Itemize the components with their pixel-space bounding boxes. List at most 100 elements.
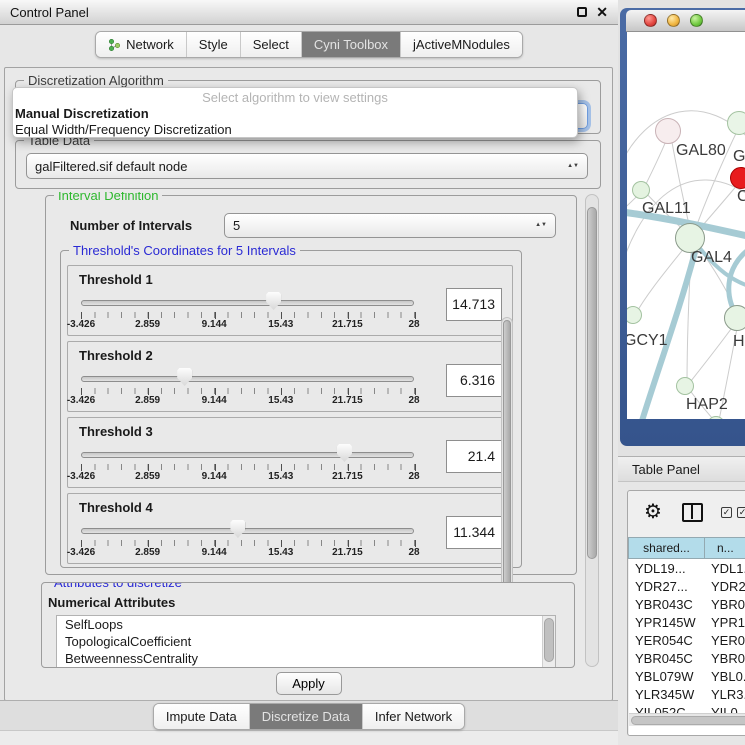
- tick-label: -3.426: [67, 319, 95, 330]
- apply-button[interactable]: Apply: [276, 672, 342, 695]
- network-window-titlebar[interactable]: [626, 10, 745, 32]
- table-row[interactable]: YDL19... YDL1...: [629, 559, 745, 577]
- tab-infer-network[interactable]: Infer Network: [362, 704, 464, 729]
- tick-label: 2.859: [135, 395, 160, 406]
- threshold-slider[interactable]: -3.4262.8599.14415.4321.71528: [81, 366, 421, 410]
- group-title-interval: Interval Definition: [54, 192, 162, 203]
- panel-scrollbar[interactable]: [585, 194, 599, 667]
- gear-icon[interactable]: ⚙: [644, 499, 662, 524]
- tab-select[interactable]: Select: [240, 32, 301, 57]
- threshold-value-input[interactable]: 11.344: [446, 516, 502, 549]
- scrollbar-thumb[interactable]: [631, 716, 745, 725]
- tick-label: 21.715: [332, 547, 363, 558]
- slider-handle[interactable]: [337, 444, 352, 462]
- table-panel-title: Table Panel: [632, 462, 700, 477]
- threshold-card: Threshold 4 -3.4262.8599.14415.4321.7152…: [67, 493, 513, 564]
- checkbox-icon[interactable]: ✓: [737, 507, 745, 518]
- scrollbar-thumb[interactable]: [587, 207, 597, 559]
- table-toolbar: ⚙ ✓ ✓: [628, 491, 745, 536]
- number-of-intervals-select[interactable]: 5 ▲▼: [224, 213, 556, 238]
- attribute-item-topologicalcoefficient[interactable]: TopologicalCoefficient: [57, 633, 555, 650]
- attribute-item-betweennesscentrality[interactable]: BetweennessCentrality: [57, 650, 555, 667]
- threshold-label: Threshold 1: [79, 272, 153, 287]
- table-row[interactable]: YDR27... YDR2...: [629, 577, 745, 595]
- tick-label: 21.715: [332, 395, 363, 406]
- attribute-item-selfloops[interactable]: SelfLoops: [57, 616, 555, 633]
- table-row[interactable]: YLR345W YLR3...: [629, 685, 745, 703]
- tab-label: Cyni Toolbox: [314, 37, 388, 52]
- scrollbar-thumb[interactable]: [503, 320, 511, 610]
- slider-handle[interactable]: [266, 292, 281, 310]
- threshold-value-input[interactable]: 6.316: [446, 364, 502, 397]
- close-traffic-light-icon[interactable]: [644, 14, 657, 27]
- network-node-top-right[interactable]: [727, 111, 745, 135]
- slider-handle[interactable]: [230, 520, 245, 538]
- slider-track[interactable]: [81, 528, 414, 534]
- network-canvas[interactable]: GAL80G.CGAL11GAL4GCY1HHAP2: [627, 32, 745, 419]
- slider-ticks: [81, 540, 415, 546]
- tab-impute-data[interactable]: Impute Data: [154, 704, 249, 729]
- table-row[interactable]: YBL079W YBL0...: [629, 667, 745, 685]
- thresholds-scrollbar[interactable]: [501, 317, 513, 613]
- menu-item-equal-width-frequency-discretization[interactable]: Equal Width/Frequency Discretization: [13, 122, 577, 138]
- tab-label: Style: [199, 37, 228, 52]
- tab-jactivemnodules[interactable]: jActiveMNodules: [400, 32, 522, 57]
- threshold-value-input[interactable]: 14.713: [446, 288, 502, 321]
- attributes-scrollbar[interactable]: [542, 616, 555, 668]
- column-header-2[interactable]: n...: [705, 537, 745, 559]
- network-node-gal80[interactable]: [655, 118, 681, 144]
- table-panel-header: Table Panel: [618, 456, 745, 482]
- table-row[interactable]: YBR043C YBR0...: [629, 595, 745, 613]
- scrollbar-thumb[interactable]: [544, 618, 554, 662]
- threshold-card: Threshold 1 -3.4262.8599.14415.4321.7152…: [67, 265, 513, 336]
- tick-label: 2.859: [135, 471, 160, 482]
- cell-name: YBR0...: [705, 651, 745, 666]
- window-buttons: ✕: [577, 7, 608, 17]
- group-title-thresholds: Threshold's Coordinates for 5 Intervals: [69, 243, 300, 258]
- table-data-select[interactable]: galFiltered.sif default node ▲▼: [26, 153, 588, 179]
- slider-scale: -3.4262.8599.14415.4321.71528: [81, 547, 414, 559]
- cell-name: YBL0...: [705, 669, 745, 684]
- float-window-icon[interactable]: [577, 7, 587, 17]
- menu-item-manual-discretization[interactable]: Manual Discretization: [13, 106, 577, 122]
- split-columns-icon[interactable]: [682, 503, 703, 522]
- tab-style[interactable]: Style: [186, 32, 240, 57]
- slider-track[interactable]: [81, 376, 414, 382]
- close-icon[interactable]: ✕: [596, 7, 608, 17]
- table-header-row: shared...n...: [628, 537, 745, 559]
- slider-track[interactable]: [81, 452, 414, 458]
- network-node-h-node[interactable]: [724, 305, 745, 331]
- table-row[interactable]: YPR145W YPR1...: [629, 613, 745, 631]
- tab-label: Network: [126, 37, 174, 52]
- table-data-group: Table Data galFiltered.sif default node …: [15, 140, 601, 189]
- checkbox-icon[interactable]: ✓: [721, 507, 732, 518]
- slider-handle[interactable]: [177, 368, 192, 386]
- threshold-slider[interactable]: -3.4262.8599.14415.4321.71528: [81, 518, 421, 562]
- tick-label: 28: [408, 547, 419, 558]
- cell-shared-name: YBL079W: [629, 669, 705, 684]
- table-h-scrollbar[interactable]: [629, 713, 745, 726]
- threshold-slider[interactable]: -3.4262.8599.14415.4321.71528: [81, 442, 421, 486]
- network-node-red-node[interactable]: [730, 167, 745, 189]
- tab-network[interactable]: Network: [96, 32, 186, 57]
- node-label: G.: [733, 148, 745, 166]
- table-row[interactable]: YER054C YER0...: [629, 631, 745, 649]
- slider-ticks: [81, 464, 415, 470]
- threshold-value-input[interactable]: 21.4: [446, 440, 502, 473]
- screen: Control Panel ✕ NetworkStyleSelectCyni T…: [0, 0, 745, 745]
- attributes-list[interactable]: SelfLoopsTopologicalCoefficientBetweenne…: [56, 615, 556, 668]
- network-node-left-small[interactable]: [632, 181, 650, 199]
- table-row[interactable]: YBR045C YBR0...: [629, 649, 745, 667]
- zoom-traffic-light-icon[interactable]: [690, 14, 703, 27]
- tab-discretize-data[interactable]: Discretize Data: [249, 704, 362, 729]
- column-header-1[interactable]: shared...: [628, 537, 705, 559]
- tick-label: 28: [408, 319, 419, 330]
- tick-label: 15.43: [268, 471, 293, 482]
- tab-cyni-toolbox[interactable]: Cyni Toolbox: [301, 32, 400, 57]
- stepper-icon: ▲▼: [561, 164, 579, 169]
- minimize-traffic-light-icon[interactable]: [667, 14, 680, 27]
- slider-track[interactable]: [81, 300, 414, 306]
- threshold-slider[interactable]: -3.4262.8599.14415.4321.71528: [81, 290, 421, 334]
- cell-name: YBR0...: [705, 597, 745, 612]
- network-node-hap2[interactable]: [676, 377, 694, 395]
